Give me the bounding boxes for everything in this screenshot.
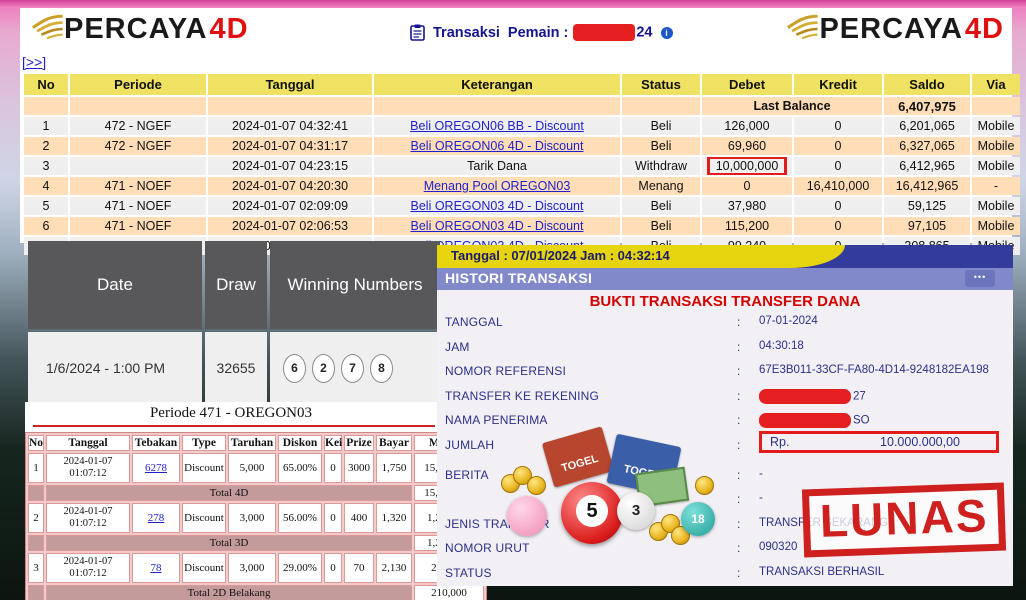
periode-detail-panel: Periode 471 - OREGON03 No Tanggal Tebaka… [25, 402, 437, 593]
total-row: Total 4D 15,000,000 [28, 485, 484, 501]
table-row: 5 471 - NOEF 2024-01-07 02:09:09 Beli OR… [24, 197, 1020, 215]
brand-name: PERCAYA [64, 13, 207, 46]
pemain-label: Pemain : [508, 25, 568, 41]
recipient-redaction [759, 413, 851, 428]
det-header-row: No Tanggal Tebakan Type Taruhan Diskon K… [28, 435, 484, 451]
table-row: 1 472 - NGEF 2024-01-07 04:32:41 Beli OR… [24, 117, 1020, 135]
account-redaction [759, 389, 851, 404]
receipt-tab-bar: Tanggal : 07/01/2024 Jam : 04:32:14 [437, 245, 1013, 268]
winning-ball: 2 [312, 354, 335, 383]
nav-transaksi[interactable]: Transaksi [433, 25, 500, 41]
table-row: 6 471 - NOEF 2024-01-07 02:06:53 Beli OR… [24, 217, 1020, 235]
keterangan-link[interactable]: Beli OREGON06 4D - Discount [411, 139, 584, 153]
window-title: HISTORI TRANSAKSI [445, 270, 592, 286]
col-header-kredit: Kredit [794, 74, 882, 95]
tebakan-link[interactable]: 78 [151, 562, 162, 574]
winning-ball: 6 [283, 354, 306, 383]
col-header-via: Via [972, 74, 1020, 95]
window-title-bar: HISTORI TRANSAKSI ••• [437, 268, 1013, 290]
receipt-field: JUMLAH: Rp. 10.000.000,00 [437, 433, 1013, 463]
tebakan-link[interactable]: 6278 [145, 462, 167, 474]
header: PERCAYA4D Transaksi Pemain : 24 i [20, 8, 1012, 52]
col-header-status: Status [622, 74, 700, 95]
brand-suffix: 4D [209, 13, 248, 46]
receipt-timestamp: Tanggal : 07/01/2024 Jam : 04:32:14 [451, 248, 670, 263]
draw-number: 32655 [205, 332, 267, 404]
total-label: Total 2D Belakang [46, 585, 412, 600]
clipboard-icon [410, 24, 425, 41]
lunas-stamp: LUNAS [801, 482, 1006, 557]
amount-highlight-box: Rp. 10.000.000,00 [759, 431, 999, 453]
win-col-date: Date [28, 241, 202, 329]
table-row: 3 2024-01-07 04:23:15 Tarik Dana Withdra… [24, 157, 1020, 175]
last-balance-row: Last Balance 6,407,975 [24, 97, 1020, 115]
divider [33, 425, 435, 427]
receipt-field: TRANSFER KE REKENING: 27 [437, 384, 1013, 409]
receipt-body: BUKTI TRANSAKSI TRANSFER DANA TANGGAL: 0… [437, 290, 1013, 586]
player-id-suffix: 24 [636, 24, 652, 40]
periode-detail-table: No Tanggal Tebakan Type Taruhan Diskon K… [25, 432, 487, 600]
receipt-field: STATUS: TRANSAKSI BERHASIL [437, 561, 1013, 586]
winning-ball: 7 [341, 354, 364, 383]
brand-name: PERCAYA [819, 13, 962, 46]
periode-title: Periode 471 - OREGON03 [25, 402, 437, 422]
receipt-heading: BUKTI TRANSAKSI TRANSFER DANA [437, 293, 1013, 310]
main-sheet: PERCAYA4D Transaksi Pemain : 24 i [20, 8, 1012, 243]
table-row: 2 2024-01-07 01:07:12 278 Discount 3,000… [28, 503, 484, 533]
player-name-redaction [573, 24, 635, 41]
receipt-field: NAMA PENERIMA: SO [437, 408, 1013, 433]
receipt-field: NOMOR REFERENSI: 67E3B011-33CF-FA80-4D14… [437, 359, 1013, 384]
draw-date: 1/6/2024 - 1:00 PM [28, 332, 202, 404]
transaction-table: No Periode Tanggal Keterangan Status Deb… [22, 72, 1022, 257]
last-balance-value: 6,407,975 [884, 97, 970, 115]
tx-header-row: No Periode Tanggal Keterangan Status Deb… [24, 74, 1020, 95]
winning-row: 1/6/2024 - 1:00 PM 32655 6278 [28, 332, 440, 404]
total-row: Total 2D Belakang 210,000 [28, 585, 484, 600]
top-nav: Transaksi Pemain : 24 i [410, 24, 673, 41]
table-row: 1 2024-01-07 01:07:12 6278 Discount 5,00… [28, 453, 484, 483]
col-header-no: No [24, 74, 68, 95]
logo-right: PERCAYA4D [785, 12, 1004, 46]
last-balance-label: Last Balance [702, 97, 882, 115]
table-row: 2 472 - NGEF 2024-01-07 04:31:17 Beli OR… [24, 137, 1020, 155]
table-row: 3 2024-01-07 01:07:12 78 Discount 3,000 … [28, 553, 484, 583]
wing-icon [30, 12, 64, 46]
keterangan-link[interactable]: Beli OREGON06 BB - Discount [410, 119, 584, 133]
total-row: Total 3D 1,200,000 [28, 535, 484, 551]
logo-left: PERCAYA4D [30, 12, 249, 46]
receipt-field: TANGGAL: 07-01-2024 [437, 310, 1013, 335]
keterangan-link[interactable]: Beli OREGON03 4D - Discount [411, 199, 584, 213]
col-header-keterangan: Keterangan [374, 74, 620, 95]
tebakan-link[interactable]: 278 [148, 512, 165, 524]
withdraw-amount-highlight: 10,000,000 [707, 157, 788, 175]
transfer-receipt-panel: Tanggal : 07/01/2024 Jam : 04:32:14 HIST… [437, 245, 1013, 586]
page-background: PERCAYA4D Transaksi Pemain : 24 i [0, 0, 1026, 600]
win-col-draw: Draw [205, 241, 267, 329]
menu-dots-button[interactable]: ••• [965, 270, 995, 287]
col-header-tanggal: Tanggal [208, 74, 372, 95]
receipt-field: JAM: 04:30:18 [437, 335, 1013, 360]
table-row: 4 471 - NOEF 2024-01-07 04:20:30 Menang … [24, 177, 1020, 195]
total-value: 210,000 [414, 585, 484, 600]
back-link[interactable]: [>>] [22, 54, 46, 70]
col-header-periode: Periode [70, 74, 206, 95]
winning-numbers-table: Date Draw Winning Numbers 1/6/2024 - 1:0… [25, 238, 443, 407]
total-label: Total 3D [46, 535, 412, 551]
total-label: Total 4D [46, 485, 412, 501]
wing-icon [785, 12, 819, 46]
keterangan-link[interactable]: Beli OREGON03 4D - Discount [411, 219, 584, 233]
col-header-debet: Debet [702, 74, 792, 95]
win-col-numbers: Winning Numbers [270, 241, 440, 329]
keterangan-link[interactable]: Menang Pool OREGON03 [424, 179, 571, 193]
col-header-saldo: Saldo [884, 74, 970, 95]
winning-ball: 8 [370, 354, 393, 383]
brand-suffix: 4D [965, 13, 1004, 46]
receipt-field: BERITA: - [437, 463, 1013, 488]
info-icon[interactable]: i [661, 27, 673, 39]
